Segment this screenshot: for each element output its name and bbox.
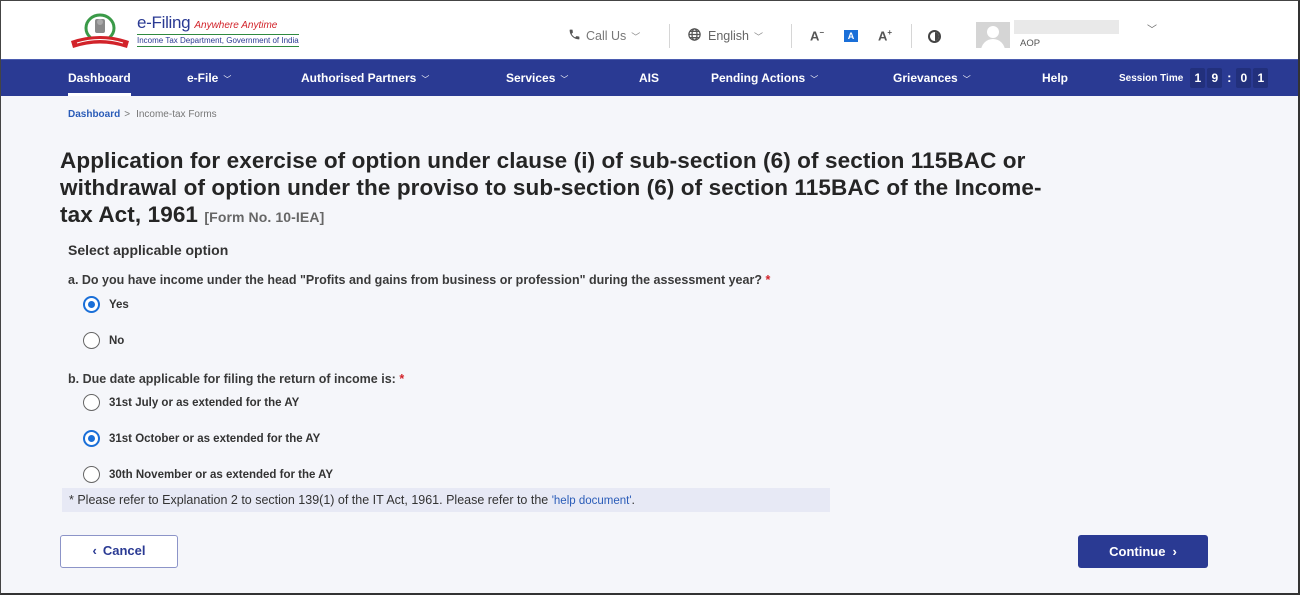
chevron-down-icon: ﹀ [810,75,819,84]
radio-option-yes[interactable]: Yes [83,296,129,313]
nav-services[interactable]: Services ﹀ [506,60,568,96]
user-name-redacted[interactable] [1014,20,1119,34]
radio-button[interactable] [83,466,100,483]
session-separator: : [1227,70,1232,85]
nav-e-file[interactable]: e-File ﹀ [187,60,231,96]
font-decrease-button[interactable]: A− [810,28,824,43]
session-label: Session Time [1119,72,1184,84]
session-digit: 0 [1236,68,1252,88]
language-dropdown[interactable]: English ﹀ [687,23,763,49]
cancel-label: Cancel [102,543,146,558]
language-label: English [708,29,749,43]
note-text: * Please refer to Explanation 2 to secti… [69,493,552,507]
chevron-down-icon: ﹀ [560,75,569,84]
chevron-right-icon: › [1172,544,1177,559]
radio-button[interactable] [83,394,100,411]
radio-button-checked[interactable] [83,296,100,313]
font-default-button[interactable]: A [844,30,858,42]
section-heading: Select applicable option [68,242,229,258]
question-b: b. Due date applicable for filing the re… [68,372,404,386]
divider [669,24,670,48]
call-us-label: Call Us [586,29,627,43]
session-digit: 1 [1190,68,1206,88]
breadcrumb-dashboard[interactable]: Dashboard [68,109,120,120]
radio-option-31-october[interactable]: 31st October or as extended for the AY [83,430,320,447]
divider [911,24,912,48]
required-mark: * [765,273,771,287]
form-number: [Form No. 10-IEA] [204,209,325,225]
nav-grievances[interactable]: Grievances ﹀ [893,60,971,96]
user-role: AOP [1020,38,1041,49]
cancel-button[interactable]: ‹ Cancel [60,535,178,568]
radio-option-no[interactable]: No [83,332,124,349]
nav-help[interactable]: Help [1042,60,1068,96]
chevron-down-icon: ﹀ [631,31,641,42]
call-us-dropdown[interactable]: Call Us ﹀ [568,23,640,49]
breadcrumb-current: Income-tax Forms [136,109,217,120]
question-a-label: a. Do you have income under the head "Pr… [68,273,762,287]
info-note: * Please refer to Explanation 2 to secti… [62,488,830,512]
chevron-down-icon: ﹀ [962,75,971,84]
radio-label: Yes [109,298,129,311]
question-a: a. Do you have income under the head "Pr… [68,273,770,287]
radio-button[interactable] [83,332,100,349]
font-increase-button[interactable]: A+ [878,28,892,43]
help-document-link[interactable]: 'help document' [552,495,632,507]
radio-label: 31st July or as extended for the AY [109,396,300,409]
emblem-icon [67,13,133,51]
nav-authorised-partners[interactable]: Authorised Partners ﹀ [301,60,429,96]
radio-label: 30th November or as extended for the AY [109,468,334,481]
phone-icon [568,28,581,44]
session-digit: 9 [1207,68,1223,88]
radio-option-31-july[interactable]: 31st July or as extended for the AY [83,394,299,411]
note-end: . [631,493,636,507]
page-title: Application for exercise of option under… [60,147,1050,231]
radio-button-checked[interactable] [83,430,100,447]
continue-button[interactable]: Continue › [1078,535,1208,568]
user-avatar[interactable] [976,22,1010,48]
brand-subtitle: Income Tax Department, Government of Ind… [137,34,299,47]
radio-label: No [109,334,125,347]
top-header: e-Filing Anywhere Anytime Income Tax Dep… [1,1,1298,59]
breadcrumb: Dashboard > Income-tax Forms [68,109,217,120]
nav-pending-actions[interactable]: Pending Actions ﹀ [711,60,818,96]
session-timer: Session Time 1 9 : 0 1 [1119,60,1269,96]
nav-dashboard[interactable]: Dashboard [68,60,131,96]
brand-title: e-Filing [137,13,191,32]
chevron-down-icon[interactable]: ﹀ [1147,21,1157,36]
efiling-logo[interactable]: e-Filing Anywhere Anytime Income Tax Dep… [67,13,299,51]
radio-option-30-november[interactable]: 30th November or as extended for the AY [83,466,333,483]
breadcrumb-separator: > [124,109,131,120]
required-mark: * [399,372,405,386]
globe-icon [687,27,702,45]
brand-tagline: Anywhere Anytime [194,20,278,31]
chevron-down-icon: ﹀ [223,75,232,84]
question-b-label: b. Due date applicable for filing the re… [68,372,396,386]
divider [791,24,792,48]
page-frame: e-Filing Anywhere Anytime Income Tax Dep… [0,0,1300,595]
contrast-toggle-icon[interactable] [928,30,941,43]
session-digit: 1 [1253,68,1269,88]
chevron-down-icon: ﹀ [754,31,764,42]
nav-ais[interactable]: AIS [639,60,659,96]
chevron-down-icon: ﹀ [421,75,430,84]
main-nav: Dashboard e-File ﹀ Authorised Partners ﹀ S… [1,59,1298,96]
chevron-left-icon: ‹ [92,543,97,558]
radio-label: 31st October or as extended for the AY [109,432,321,445]
continue-label: Continue [1109,544,1166,559]
